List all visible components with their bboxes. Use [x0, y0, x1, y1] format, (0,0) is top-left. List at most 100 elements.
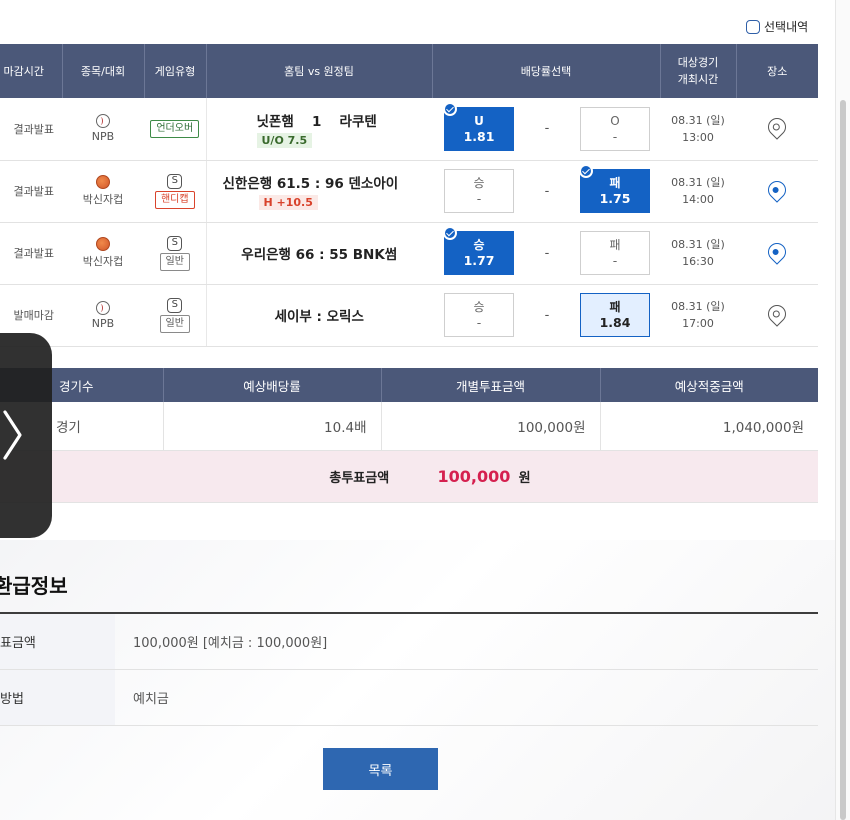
bet-detail-page: 선택내역 마감시간 종목/대회 게임유형 홈팀 vs 원정팀 배당률선택 대상경…	[0, 0, 850, 820]
side-nav-overlay[interactable]	[0, 333, 52, 538]
row-game-type: S 일반	[144, 284, 207, 347]
league-name: 박신자컵	[82, 193, 124, 206]
odds-win-button[interactable]: U 1.81	[443, 101, 514, 151]
row-match-time: 08.31 (일) 17:00	[660, 284, 736, 347]
odd-value: -	[612, 253, 618, 268]
single-game-icon: S	[167, 297, 183, 313]
games-table-header: 마감시간 종목/대회 게임유형 홈팀 vs 원정팀 배당률선택 대상경기 개최시…	[0, 44, 818, 98]
basketball-icon	[96, 237, 110, 251]
odd-value: 1.75	[599, 191, 631, 206]
refund-amount-label: 표금액	[0, 614, 115, 669]
total-cell: 총투표금액 100,000 원	[0, 450, 818, 503]
row-league: 박신자컵	[62, 222, 144, 285]
teams-text: 우리은행 66 : 55 BNK썸	[241, 247, 398, 263]
scrollbar[interactable]	[835, 0, 850, 820]
check-icon	[443, 226, 457, 240]
col-game-type: 게임유형	[144, 44, 207, 98]
row-place	[736, 98, 818, 161]
games-table: 마감시간 종목/대회 게임유형 홈팀 vs 원정팀 배당률선택 대상경기 개최시…	[0, 44, 818, 347]
check-icon	[443, 101, 457, 116]
refund-method-label: 방법	[0, 670, 115, 725]
row-status: 결과발표	[0, 160, 62, 223]
match-date: 08.31 (일)	[671, 300, 725, 313]
map-pin-icon[interactable]	[764, 114, 790, 140]
odd-label: 승	[473, 176, 485, 190]
odd-label: U	[474, 113, 484, 128]
handicap-tag: U/O 7.5	[256, 132, 313, 148]
select-list-toggle[interactable]: 선택내역	[746, 18, 808, 35]
scrollbar-thumb[interactable]	[840, 100, 846, 820]
odd-value: 1.77	[463, 253, 495, 268]
summary-payout: 1,040,000원	[600, 402, 818, 451]
refund-amount-value: 100,000원 [예치금 : 100,000원]	[133, 636, 328, 651]
odds-lose-button[interactable]: 패-	[579, 231, 650, 275]
refund-method-value: 예치금	[133, 692, 169, 707]
col-teams: 홈팀 vs 원정팀	[206, 44, 433, 98]
col-place: 장소	[736, 44, 818, 98]
row-match-time: 08.31 (일) 16:30	[660, 222, 736, 285]
teams-text: 닛폰햄 1 라쿠텐	[256, 113, 377, 130]
odd-label: 패	[609, 300, 621, 314]
table-row: 결과발표 박신자컵 S 일반 우리은행 66 : 55 BNK썸 승 1.77- 패 -08.3…	[0, 222, 818, 285]
total-row: 총투표금액 100,000 원	[0, 450, 818, 503]
col-match-time: 대상경기 개최시간	[660, 44, 737, 98]
row-odds: 승 - - 패 1.84	[432, 284, 660, 347]
odd-label: 승	[473, 300, 485, 314]
odds-win-button[interactable]: 승-	[444, 293, 514, 337]
row-status: 결과발표	[0, 222, 62, 285]
row-place	[736, 222, 818, 285]
odd-value: -	[612, 128, 618, 144]
odd-value: 1.84	[599, 315, 631, 330]
map-pin-icon[interactable]	[764, 300, 790, 327]
col-deadline: 마감시간	[0, 44, 63, 98]
total-label: 총투표금액	[329, 470, 390, 486]
summary-row: 경기 10.4배 100,000원 1,040,000원	[0, 402, 818, 451]
select-list-label: 선택내역	[764, 20, 809, 34]
match-time: 13:00	[682, 130, 714, 144]
list-button[interactable]: 목록	[323, 748, 438, 790]
match-date: 08.31 (일)	[671, 176, 725, 189]
odds-win-button[interactable]: 승-	[444, 169, 514, 213]
teams-text: 신한은행 61.5 : 96 덴소아이	[222, 176, 399, 192]
chevron-right-icon[interactable]	[2, 409, 24, 461]
single-game-icon: S	[167, 235, 183, 251]
summary-stake: 100,000원	[381, 402, 601, 451]
summary-odds: 10.4배	[163, 402, 382, 451]
map-pin-star-icon[interactable]	[764, 238, 790, 265]
handicap-tag: H +10.5	[258, 195, 318, 210]
odds-draw: -	[544, 121, 550, 137]
odd-value: -	[476, 315, 482, 330]
league-name: 박신자컵	[82, 255, 124, 268]
row-odds: 승 - - 패 1.75	[432, 160, 660, 223]
baseball-icon	[96, 114, 110, 129]
table-row: 발매마감 NPB S 일반 세이부 : 오릭스 승 - - 패 1.84 08.31 (일) 17:0…	[0, 284, 818, 347]
teams-text: 세이부 : 오릭스	[274, 309, 364, 325]
row-teams: 우리은행 66 : 55 BNK썸	[206, 222, 432, 285]
match-time: 16:30	[682, 255, 714, 268]
row-league: 박신자컵	[62, 160, 144, 223]
row-place	[736, 160, 818, 223]
row-league: NPB	[62, 98, 144, 161]
refund-row-amount: 표금액 100,000원 [예치금 : 100,000원]	[0, 614, 818, 670]
summary-col-stake: 개별투표금액	[381, 368, 601, 402]
row-match-time: 08.31 (일) 14:00	[660, 160, 736, 223]
refund-title: 환급정보	[0, 574, 68, 598]
match-date: 08.31 (일)	[671, 113, 725, 127]
league-name: NPB	[91, 130, 115, 144]
odds-lose-button[interactable]: 패 1.84	[579, 293, 650, 337]
odds-lose-button[interactable]: 패 1.75	[578, 164, 650, 213]
game-type-badge: 핸디캡	[154, 190, 195, 209]
odd-value: 1.81	[463, 128, 495, 144]
odds-win-button[interactable]: 승 1.77	[443, 226, 514, 275]
col-odds: 배당률선택	[432, 44, 661, 98]
baseball-icon	[96, 300, 110, 315]
row-odds: 승 1.77 - 패 -	[432, 222, 660, 285]
row-place	[736, 284, 818, 347]
map-pin-star-icon[interactable]	[764, 176, 790, 203]
odds-lose-button[interactable]: O-	[579, 106, 650, 151]
match-date: 08.31 (일)	[671, 238, 725, 251]
check-icon	[578, 164, 593, 178]
row-teams: 신한은행 61.5 : 96 덴소아이 H +10.5	[206, 160, 432, 223]
checkbox-icon[interactable]	[746, 19, 760, 34]
odd-value: -	[476, 191, 482, 206]
